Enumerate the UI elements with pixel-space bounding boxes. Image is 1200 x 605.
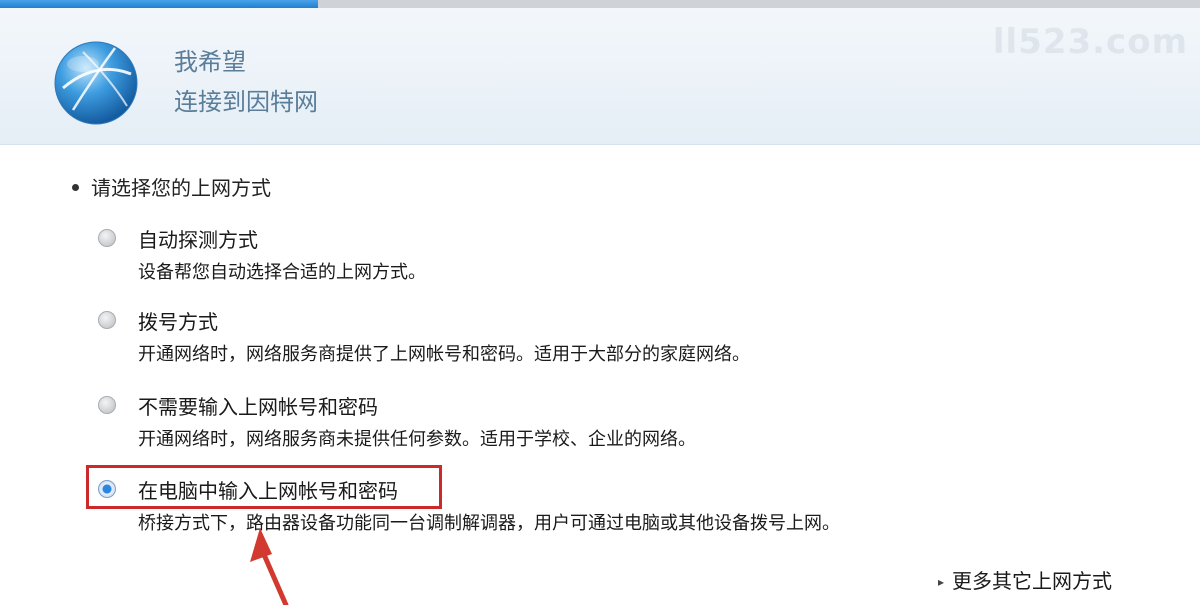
header-title: 我希望 [174, 48, 246, 76]
radio-button[interactable] [98, 311, 116, 329]
wizard-header: 我希望 连接到因特网 ll523.com [0, 8, 1200, 145]
option-description: 桥接方式下，路由器设备功能同一台调制解调器，用户可通过电脑或其他设备拨号上网。 [138, 513, 840, 534]
globe-icon [54, 41, 138, 125]
progress-bar [0, 0, 1200, 8]
option-label[interactable]: 拨号方式 [138, 306, 218, 335]
section-heading: 请选择您的上网方式 [72, 172, 271, 201]
more-options-link[interactable]: ▸ 更多其它上网方式 [938, 565, 1112, 594]
header-subtitle: 连接到因特网 [174, 88, 318, 116]
radio-button[interactable] [98, 229, 116, 247]
watermark: ll523.com [992, 22, 1188, 62]
section-title: 请选择您的上网方式 [91, 176, 271, 200]
more-options-label[interactable]: 更多其它上网方式 [952, 569, 1112, 593]
option-label[interactable]: 自动探测方式 [138, 224, 258, 253]
annotation-highlight-box [86, 465, 442, 509]
option-description: 设备帮您自动选择合适的上网方式。 [138, 262, 426, 283]
option-description: 开通网络时，网络服务商提供了上网帐号和密码。适用于大部分的家庭网络。 [138, 344, 750, 365]
option-label[interactable]: 不需要输入上网帐号和密码 [138, 391, 378, 420]
radio-button[interactable] [98, 396, 116, 414]
progress-fill [0, 0, 318, 8]
option-description: 开通网络时，网络服务商未提供任何参数。适用于学校、企业的网络。 [138, 429, 696, 450]
bullet-icon [72, 184, 79, 191]
chevron-right-icon: ▸ [938, 575, 945, 589]
annotation-arrow-icon [250, 528, 289, 605]
